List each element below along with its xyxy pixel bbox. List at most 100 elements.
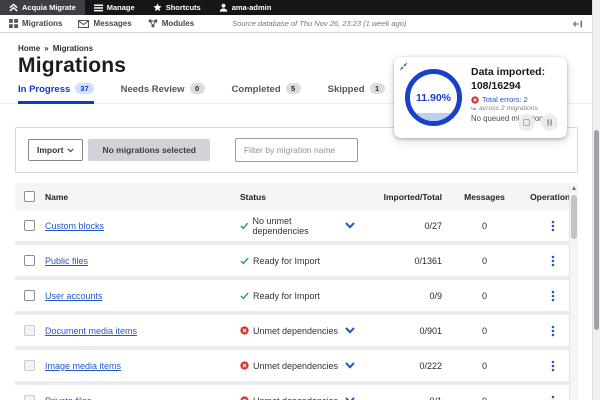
- tab-count-badge: 37: [75, 83, 94, 94]
- table-header-row: Name Status Imported/Total Messages Oper…: [15, 183, 578, 210]
- table-row-custom-blocks: Custom blocks No unmet dependencies 0/27 0: [15, 210, 578, 241]
- migration-link[interactable]: Public files: [45, 256, 88, 266]
- error-icon: [240, 326, 249, 335]
- return-arrow-icon: [471, 106, 477, 111]
- window-scrollbar[interactable]: [592, 0, 600, 400]
- messages-count: 0: [481, 360, 487, 371]
- toolbar-item-label: Messages: [93, 19, 132, 28]
- collapse-left-icon: [573, 20, 582, 27]
- messages-count: 0: [442, 396, 527, 400]
- check-icon: [240, 292, 249, 299]
- progress-donut-inner: 11.90%: [410, 74, 457, 121]
- tab-skipped[interactable]: Skipped 1: [327, 83, 385, 104]
- table-scrollbar[interactable]: [569, 183, 578, 400]
- grid-icon: [9, 19, 18, 28]
- expand-chevron-icon: [345, 222, 355, 229]
- card-collapse-button[interactable]: [399, 62, 408, 71]
- stop-button[interactable]: [518, 114, 535, 131]
- page-title: Migrations: [18, 54, 127, 77]
- imported-total-value: 0/27: [424, 220, 442, 231]
- tab-label: Skipped: [327, 84, 365, 95]
- breadcrumb-home-link[interactable]: Home: [18, 44, 40, 53]
- row-checkbox[interactable]: [24, 290, 35, 301]
- expand-status-button[interactable]: [345, 327, 367, 334]
- migration-filter-input[interactable]: [234, 138, 358, 162]
- table-body: Custom blocks No unmet dependencies 0/27 0 P…: [15, 210, 578, 400]
- admin-item-label: ama-admin: [231, 3, 272, 12]
- tab-count-badge: 1: [369, 83, 385, 94]
- toolbar-item-label: Modules: [161, 19, 195, 28]
- admin-toolbar: Acquia Migrate Manage Shortcuts ama-admi…: [0, 0, 600, 15]
- admin-item-user[interactable]: ama-admin: [210, 0, 281, 15]
- acquia-logo-icon: [9, 3, 18, 12]
- acquia-migrate-app: Acquia Migrate Manage Shortcuts ama-admi…: [0, 0, 600, 400]
- progress-percent: 11.90%: [415, 91, 452, 104]
- check-icon: [240, 222, 249, 229]
- messages-count: 0: [481, 220, 487, 231]
- admin-item-shortcuts[interactable]: Shortcuts: [144, 0, 210, 15]
- toolbar-item-messages[interactable]: Messages: [78, 19, 132, 28]
- table-row-document-media-items: Document media items Unmet dependencies 0/…: [15, 315, 578, 346]
- migration-link[interactable]: Custom blocks: [45, 221, 104, 231]
- status-label: Unmet dependencies: [253, 396, 338, 400]
- status-label: Unmet dependencies: [253, 325, 339, 336]
- import-summary-card: 11.90% Data imported: 108/16294 Total er…: [394, 57, 567, 138]
- tab-count-badge: 5: [285, 83, 301, 94]
- import-label: Import: [37, 145, 64, 155]
- tab-label: Needs Review: [120, 84, 185, 95]
- migration-link[interactable]: Image media items: [45, 361, 121, 371]
- admin-item-manage[interactable]: Manage: [85, 0, 144, 15]
- kebab-menu-icon: [551, 290, 554, 301]
- import-dropdown-button[interactable]: Import: [28, 139, 84, 161]
- table-scrollbar-thumb[interactable]: [571, 195, 577, 239]
- tab-needs-review[interactable]: Needs Review 0: [120, 83, 205, 104]
- error-icon: [240, 361, 249, 370]
- pause-button[interactable]: [541, 114, 558, 131]
- error-icon: [240, 396, 249, 400]
- expand-status-button[interactable]: [345, 362, 367, 369]
- tab-in-progress[interactable]: In Progress 37: [18, 83, 94, 104]
- row-checkbox: [24, 325, 35, 336]
- window-scrollbar-thumb[interactable]: [594, 130, 599, 330]
- scroll-up-arrow-icon[interactable]: [572, 186, 576, 190]
- check-icon: [240, 257, 249, 264]
- source-database-note: Source database of Thu Nov 26, 23:23 (1 …: [232, 19, 407, 28]
- row-checkbox[interactable]: [24, 220, 35, 231]
- brand-acquia-migrate[interactable]: Acquia Migrate: [0, 0, 85, 15]
- toolbar-item-modules[interactable]: Modules: [148, 19, 194, 28]
- row-checkbox[interactable]: [24, 255, 35, 266]
- tab-label: In Progress: [18, 84, 71, 95]
- header-name: Name: [45, 191, 69, 202]
- select-all-checkbox[interactable]: [24, 191, 35, 202]
- selection-count-button[interactable]: No migrations selected: [88, 139, 210, 161]
- migration-link[interactable]: Private files: [45, 396, 92, 400]
- across-migrations-label: across 2 migrations: [479, 105, 538, 113]
- kebab-menu-icon: [551, 395, 554, 400]
- migration-link[interactable]: Document media items: [45, 326, 137, 336]
- table-row-public-files: Public files Ready for Import 0/1361 0: [15, 245, 578, 276]
- star-icon: [153, 3, 162, 12]
- messages-count: 0: [481, 290, 487, 301]
- secondary-toolbar: Migrations Messages Modules Source datab…: [0, 15, 592, 33]
- expand-chevron-icon: [345, 362, 355, 369]
- kebab-menu-icon: [551, 325, 554, 336]
- kebab-menu-icon: [551, 255, 554, 266]
- toolbar-collapse-button[interactable]: [573, 20, 583, 28]
- migration-link[interactable]: User accounts: [45, 291, 103, 301]
- imported-total-value: 0/1361: [414, 255, 442, 266]
- status-label: Ready for Import: [253, 290, 321, 301]
- total-errors-label: Total errors: 2: [482, 95, 528, 105]
- breadcrumb-current: Migrations: [52, 44, 94, 53]
- expand-status-button[interactable]: [345, 222, 367, 229]
- toolbar-item-migrations[interactable]: Migrations: [9, 19, 62, 28]
- collapse-diagonal-icon: [399, 62, 408, 71]
- breadcrumb-separator: »: [44, 44, 49, 53]
- breadcrumb: Home » Migrations: [18, 44, 93, 53]
- tab-completed[interactable]: Completed 5: [232, 83, 301, 104]
- header-status: Status: [240, 191, 266, 202]
- error-icon: [471, 96, 479, 104]
- total-errors-link[interactable]: Total errors: 2: [471, 95, 561, 104]
- status-label: No unmet dependencies: [252, 215, 309, 236]
- admin-item-label: Manage: [106, 3, 135, 12]
- expand-chevron-icon: [345, 327, 355, 334]
